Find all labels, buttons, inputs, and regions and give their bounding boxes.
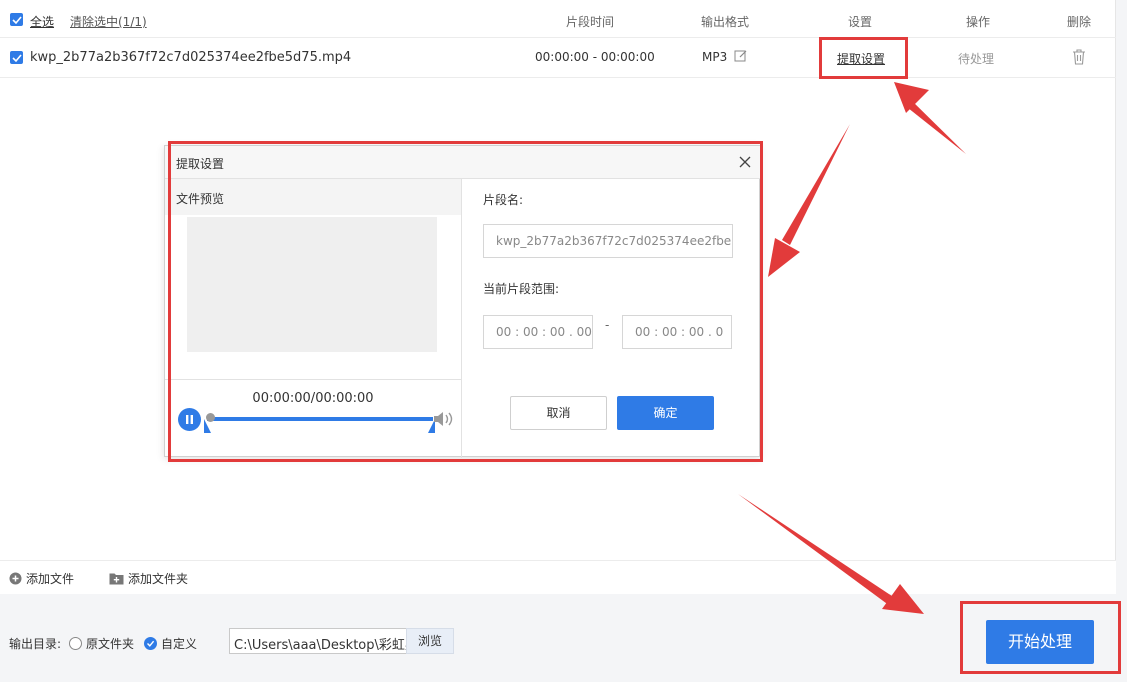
checkmark-icon [12,54,22,63]
add-folder-button[interactable]: 添加文件夹 [109,570,188,587]
select-all-checkbox[interactable] [10,13,23,26]
col-delete: 删除 [1067,15,1092,29]
annotation-box-dialog [168,141,763,462]
add-file-label: 添加文件 [26,572,75,586]
annotation-box-settings [819,37,908,79]
folder-plus-icon [109,573,124,585]
segment-time: 00:00:00 - 00:00:00 [535,50,655,64]
add-folder-label: 添加文件夹 [128,572,189,586]
output-dir-label: 输出目录: [9,637,62,651]
radio-original-folder[interactable]: 原文件夹 [69,635,134,652]
col-settings: 设置 [848,15,873,29]
add-file-button[interactable]: 添加文件 [9,570,74,587]
radio-custom-folder[interactable]: 自定义 [144,635,197,652]
file-name: kwp_2b77a2b367f72c7d025374ee2fbe5d75.mp4 [30,50,352,65]
status-text: 待处理 [958,52,995,66]
annotation-box-start [960,601,1121,674]
select-all-link[interactable]: 全选 [30,13,54,30]
plus-circle-icon [9,572,22,585]
trash-icon[interactable] [1072,49,1086,68]
output-bar: 输出目录: 原文件夹 自定义 C:\Users\aaa\Desktop\彩虹办公… [0,595,1127,682]
col-output-format: 输出格式 [701,15,750,29]
list-header: 全选 清除选中(1/1) 片段时间 输出格式 设置 操作 删除 [0,0,1116,38]
browse-button[interactable]: 浏览 [406,628,454,654]
output-format: MP3 [702,50,728,64]
edit-format-icon[interactable] [734,49,748,66]
list-toolbar: 添加文件 添加文件夹 [0,560,1116,594]
radio-custom-label: 自定义 [161,637,198,651]
row-checkbox[interactable] [10,51,23,64]
radio-original-indicator [69,637,82,650]
output-path-field[interactable]: C:\Users\aaa\Desktop\彩虹办公 [229,628,407,654]
col-segment-time: 片段时间 [566,15,615,29]
radio-original-label: 原文件夹 [86,637,135,651]
radio-custom-indicator [144,637,157,650]
col-action: 操作 [966,15,991,29]
clear-selected-link[interactable]: 清除选中(1/1) [70,13,147,30]
checkmark-icon [12,16,22,25]
table-row[interactable]: kwp_2b77a2b367f72c7d025374ee2fbe5d75.mp4… [0,38,1116,78]
